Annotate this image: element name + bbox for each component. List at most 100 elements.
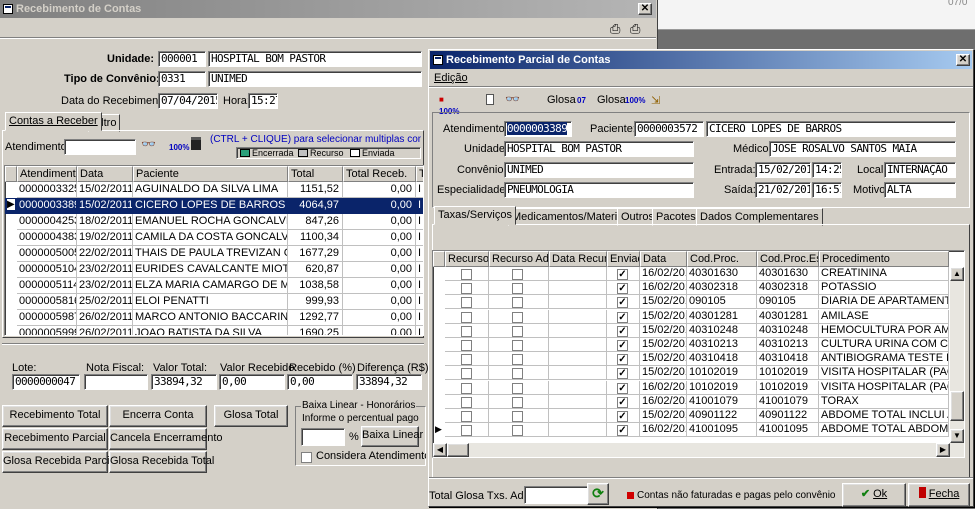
recurso-adm-checkbox[interactable]	[512, 340, 523, 351]
procedimentos-grid[interactable]: RecursoRecurso Adm.Data RecurEnviadoData…	[432, 250, 965, 458]
medico-field[interactable]: JOSE ROSALVO SANTOS MAIA	[769, 141, 956, 157]
enviado-checkbox[interactable]: ✓	[617, 269, 628, 280]
entrada-date-field[interactable]: 15/02/2011	[755, 162, 811, 178]
valor-total-field[interactable]: 33894,32	[151, 374, 217, 390]
table-row[interactable]: ✓16/02/20114030163040301630CREATININA	[433, 267, 949, 281]
encerra-conta-button[interactable]: Encerra Conta	[109, 405, 207, 427]
paciente-code-field[interactable]: 0000003572	[634, 121, 704, 137]
table-row[interactable]: 0000005987 26/02/2011 MARCO ANTONIO BACCAR…	[5, 310, 423, 326]
scroll-left-arrow[interactable]: ◀	[433, 443, 447, 457]
table-row[interactable]: ✓16/02/20111010201910102019VISITA HOSPIT…	[433, 380, 949, 395]
column-header[interactable]: Recurso Adm.	[489, 251, 549, 267]
diferenca-field[interactable]: 33894,32	[356, 374, 422, 390]
table-row[interactable]: ✓16/02/20114030231840302318POTASSIO	[433, 281, 949, 296]
unidade-field-dialog[interactable]: HOSPITAL BOM PASTOR	[504, 141, 694, 157]
main-close-button[interactable]: ✕	[638, 3, 652, 15]
recurso-adm-checkbox[interactable]	[512, 425, 523, 437]
unidade-code-field[interactable]: 000001	[158, 51, 206, 67]
enviado-checkbox[interactable]: ✓	[617, 297, 628, 309]
table-row[interactable]: ✓15/02/2011090105090105DIARIA DE APARTAM…	[433, 295, 949, 310]
convenio-code-field[interactable]: 0331	[158, 71, 206, 87]
recebimento-parcial-button[interactable]: Recebimento Parcial	[2, 428, 108, 450]
enviado-checkbox[interactable]: ✓	[617, 325, 628, 337]
table-row[interactable]: ✓15/02/20114031021340310213CULTURA URINA…	[433, 338, 949, 352]
glosa-label[interactable]: Glosa	[547, 94, 576, 106]
column-header[interactable]: Tipo	[416, 166, 423, 182]
table-row[interactable]: 0000005104 23/02/2011 EURIDES CAVALCANTE M…	[5, 262, 423, 278]
table-row[interactable]: ▶ 0000003389 15/02/2011 CICERO LOPES DE BAR…	[5, 198, 423, 214]
glosa-total-button[interactable]: Glosa Total	[214, 405, 288, 427]
recurso-adm-checkbox[interactable]	[512, 311, 523, 323]
convenio-name-field[interactable]: UNIMED	[208, 71, 422, 87]
column-header[interactable]: Atendimento	[17, 166, 77, 182]
total-glosa-field[interactable]	[524, 486, 594, 504]
glosa-percent-label[interactable]: Glosa	[597, 94, 626, 106]
scroll-up-arrow[interactable]: ▲	[950, 267, 964, 281]
saida-time-field[interactable]: 16:51	[812, 182, 842, 198]
recurso-checkbox[interactable]	[461, 396, 472, 408]
cancela-encerramento-button[interactable]: Cancela Encerramento	[109, 428, 223, 450]
ok-button[interactable]: ✔ Ok	[842, 483, 906, 507]
table-row[interactable]: ✓15/02/20114090112240901122ABDOME TOTAL …	[433, 409, 949, 423]
contas-grid[interactable]: Atendimento Data Paciente Total Total Receb.…	[4, 165, 424, 336]
recurso-adm-checkbox[interactable]	[512, 269, 523, 280]
table-row[interactable]: 0000005999 26/02/2011 JOAO BATISTA DA SILV…	[5, 326, 423, 335]
refresh-button[interactable]: ⟳	[587, 483, 609, 505]
table-row[interactable]: 0000005816 25/02/2011 ELOI PENATTI 999,93 0,…	[5, 294, 423, 310]
atendimento-field[interactable]: 0000003389	[504, 121, 572, 137]
print-preview-icon[interactable]: ⎙	[610, 22, 624, 36]
enviado-checkbox[interactable]: ✓	[617, 283, 628, 295]
recurso-adm-checkbox[interactable]	[512, 411, 523, 422]
glosa-recebida-parcial-button[interactable]: Glosa Recebida Parcial	[2, 451, 118, 473]
print-icon[interactable]: ⎙	[630, 22, 644, 36]
considera-checkbox[interactable]	[301, 452, 312, 463]
convenio-field-dialog[interactable]: UNIMED	[504, 162, 694, 178]
paciente-name-field[interactable]: CICERO LOPES DE BARROS	[706, 121, 956, 137]
scroll-thumb[interactable]	[950, 391, 964, 421]
recurso-checkbox[interactable]	[461, 311, 472, 323]
column-header[interactable]: Data Recur	[549, 251, 607, 267]
recurso-checkbox[interactable]	[461, 368, 472, 380]
recurso-adm-checkbox[interactable]	[512, 297, 523, 309]
baixa-linear-button[interactable]: Baixa Linear	[361, 426, 423, 447]
saida-date-field[interactable]: 21/02/2011	[755, 182, 811, 198]
column-header[interactable]: Cod.Proc.Esp.	[757, 251, 819, 267]
table-row[interactable]: 0000004253 18/02/2011 EMANUEL ROCHA GONCAL…	[5, 214, 423, 230]
menu-edicao[interactable]: Edição	[434, 72, 468, 84]
recurso-checkbox[interactable]	[461, 354, 472, 366]
enviado-checkbox[interactable]: ✓	[617, 368, 628, 380]
table-row[interactable]: ▶✓16/02/20114100109541001095ABDOME TOTAL…	[433, 423, 949, 438]
recurso-checkbox[interactable]	[461, 297, 472, 309]
percent-icon[interactable]: 100%	[169, 143, 189, 152]
enviado-checkbox[interactable]: ✓	[617, 340, 628, 351]
binoculars-icon[interactable]: 👓	[141, 137, 156, 151]
scroll-right-arrow[interactable]: ▶	[936, 443, 950, 457]
recebido-pct-field[interactable]: 0,00	[287, 374, 353, 390]
recurso-adm-checkbox[interactable]	[512, 283, 523, 295]
vertical-scrollbar[interactable]: ▲ ▼	[950, 267, 964, 443]
enviado-checkbox[interactable]: ✓	[617, 411, 628, 422]
atendimento-filter-input[interactable]	[64, 139, 136, 155]
glosa-recebida-total-button[interactable]: Glosa Recebida Total	[109, 451, 214, 473]
recurso-checkbox[interactable]	[461, 340, 472, 351]
column-header[interactable]: Data	[77, 166, 133, 182]
column-header[interactable]: Cod.Proc.	[687, 251, 757, 267]
especialidade-field[interactable]: PNEUMOLOGIA	[504, 182, 694, 198]
column-header[interactable]: Procedimento	[819, 251, 949, 267]
table-row[interactable]: 0000005005 22/02/2011 THAIS DE PAULA TREVI…	[5, 246, 423, 262]
column-header[interactable]: Enviado	[607, 251, 640, 267]
column-header[interactable]: Total	[288, 166, 343, 182]
tab-contas-receber[interactable]: Contas a Receber	[5, 112, 102, 131]
hora-field[interactable]: 15:27	[248, 93, 278, 109]
recurso-adm-checkbox[interactable]	[512, 354, 523, 366]
recurso-checkbox[interactable]	[461, 411, 472, 422]
table-row[interactable]: ✓15/02/20114031024840310248HEMOCULTURA P…	[433, 323, 949, 338]
recurso-checkbox[interactable]	[461, 425, 472, 437]
column-header[interactable]: Total Receb.	[343, 166, 416, 182]
enviado-checkbox[interactable]: ✓	[617, 354, 628, 366]
unidade-name-field[interactable]: HOSPITAL BOM PASTOR	[208, 51, 422, 67]
binoculars-icon-dialog[interactable]: 👓	[505, 92, 520, 106]
lote-field[interactable]: 0000000047	[12, 374, 80, 390]
nota-fiscal-field[interactable]	[84, 374, 148, 390]
recebimento-total-button[interactable]: Recebimento Total	[2, 405, 108, 427]
